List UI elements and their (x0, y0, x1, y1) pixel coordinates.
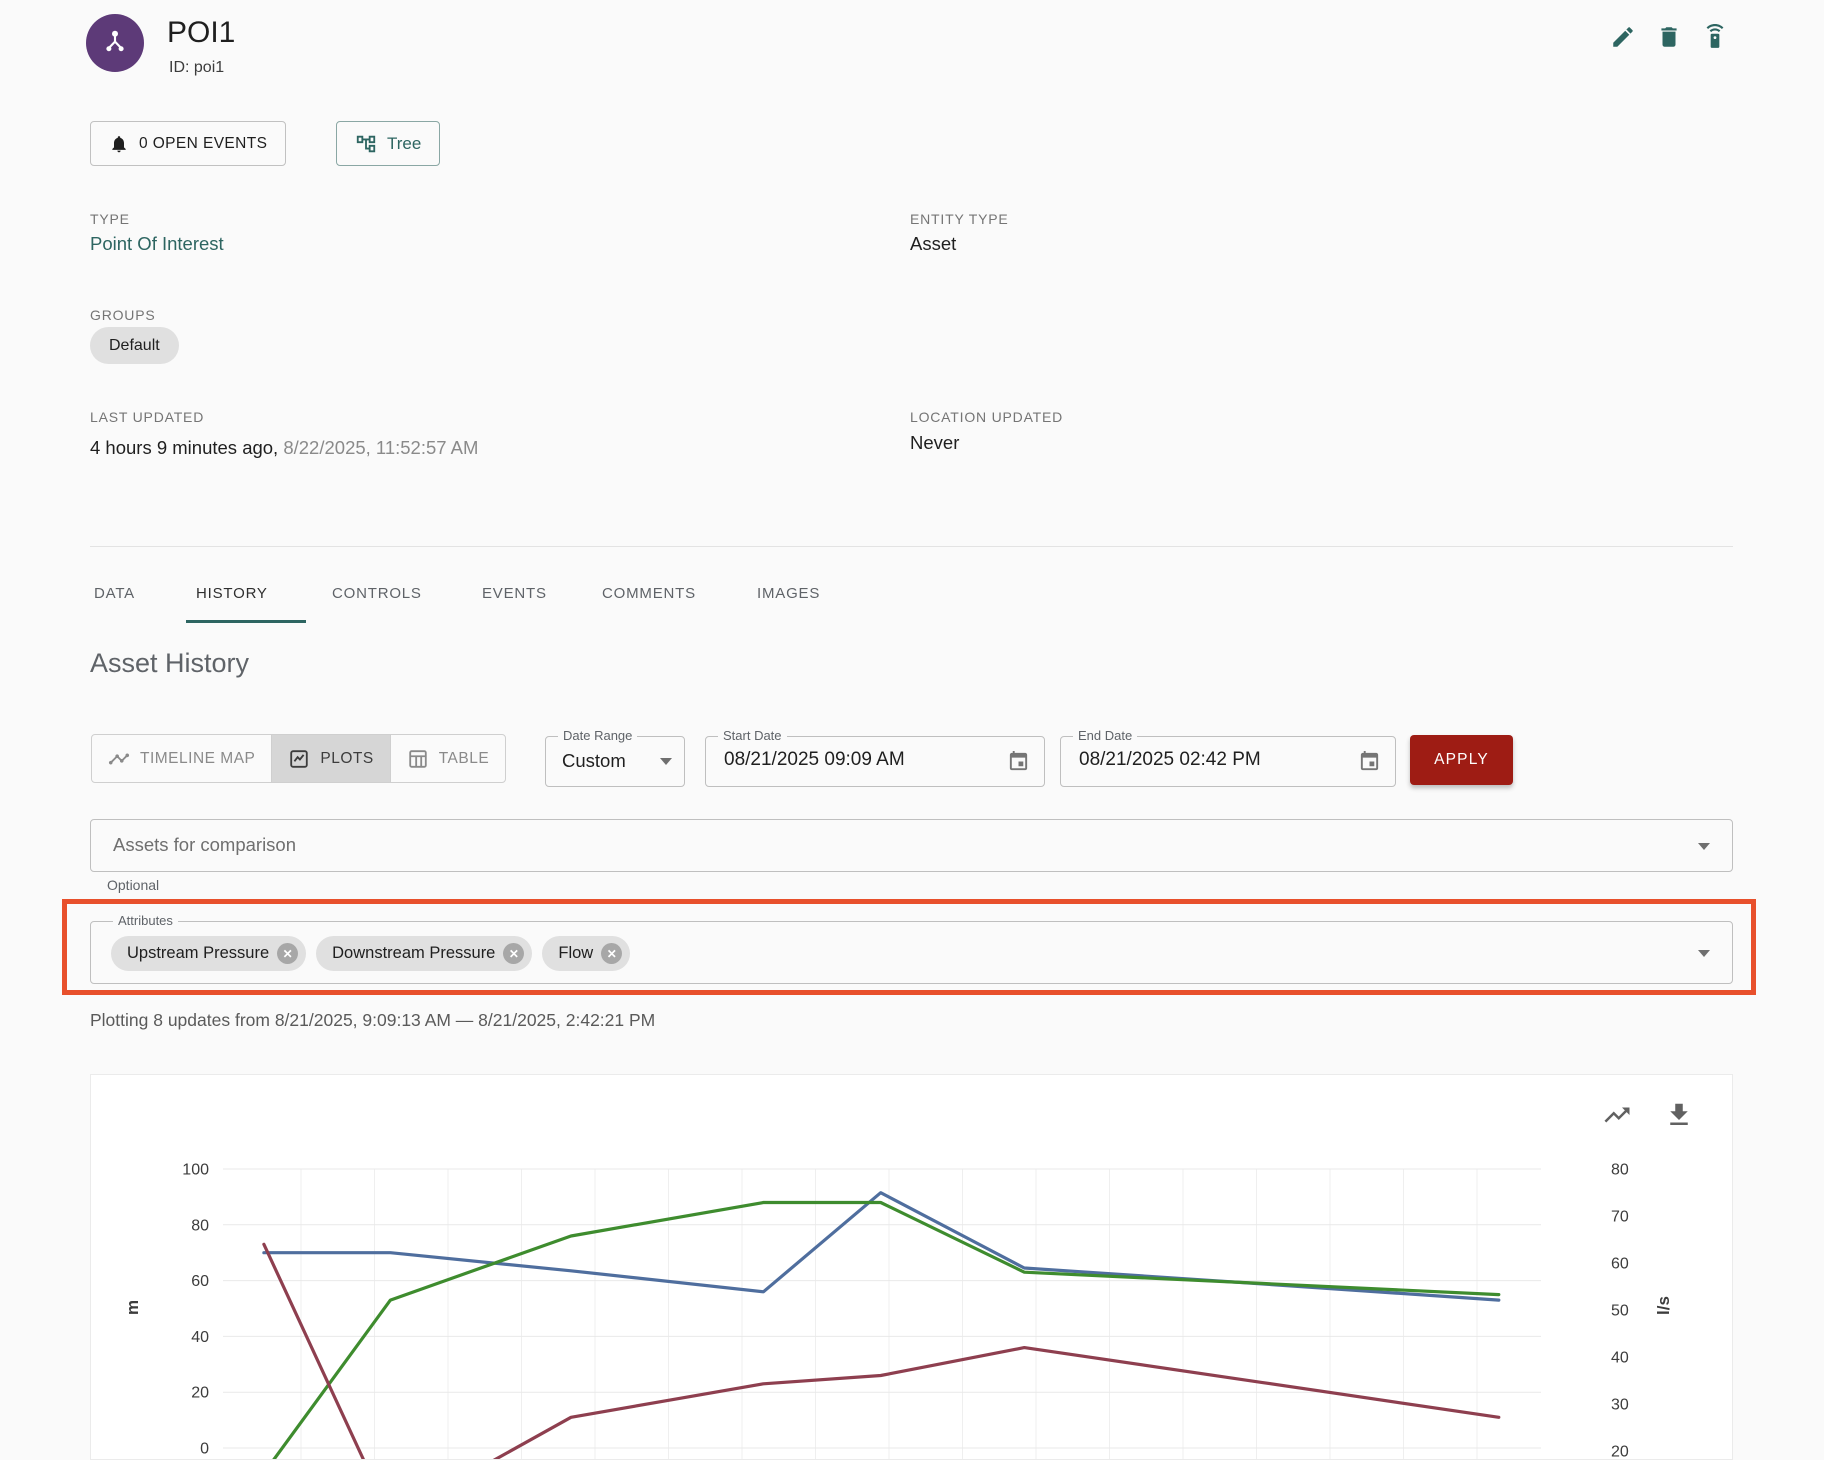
remove-chip-icon[interactable]: ✕ (277, 943, 298, 964)
group-chip[interactable]: Default (90, 327, 179, 364)
svg-text:50: 50 (1611, 1303, 1629, 1320)
assets-helper-text: Optional (107, 877, 159, 893)
location-updated-label: LOCATION UPDATED (910, 409, 1063, 425)
tab-comments[interactable]: COMMENTS (602, 566, 696, 622)
last-updated-relative: 4 hours 9 minutes ago, (90, 437, 278, 458)
assets-comparison-select[interactable]: Assets for comparison (90, 819, 1733, 872)
download-icon[interactable] (1664, 1100, 1694, 1130)
trash-icon[interactable] (1656, 24, 1682, 50)
section-divider (90, 546, 1733, 547)
asset-detail-page: POI1 ID: poi1 0 OPEN EVENTS Tree TYPE Po… (0, 0, 1824, 1460)
attribute-chip-label: Downstream Pressure (332, 944, 495, 963)
location-updated-value: Never (910, 432, 959, 454)
tree-button[interactable]: Tree (336, 121, 440, 166)
svg-text:l/s: l/s (1654, 1296, 1673, 1315)
plotting-summary: Plotting 8 updates from 8/21/2025, 9:09:… (90, 1010, 655, 1031)
header-actions (1610, 24, 1728, 50)
last-updated-absolute: 8/22/2025, 11:52:57 AM (278, 437, 478, 458)
svg-text:20: 20 (191, 1385, 209, 1402)
apply-button[interactable]: APPLY (1410, 735, 1513, 785)
attributes-chips: Upstream Pressure✕ Downstream Pressure✕ … (111, 936, 630, 971)
svg-text:0: 0 (200, 1441, 209, 1458)
chart-toolbar (1602, 1100, 1694, 1130)
svg-text:100: 100 (182, 1162, 209, 1179)
type-label: TYPE (90, 211, 130, 227)
trending-up-icon[interactable] (1602, 1100, 1632, 1130)
toggle-plots[interactable]: PLOTS (271, 735, 389, 782)
start-date-value: 08/21/2025 09:09 AM (724, 749, 905, 771)
tab-controls[interactable]: CONTROLS (332, 566, 422, 622)
toggle-timeline-map-label: TIMELINE MAP (140, 750, 255, 768)
view-toggle-group: TIMELINE MAP PLOTS TABLE (91, 734, 506, 783)
tab-history[interactable]: HISTORY (196, 566, 268, 622)
plots-icon (288, 748, 310, 770)
entity-type-label: ENTITY TYPE (910, 211, 1009, 227)
svg-text:40: 40 (191, 1329, 209, 1346)
chevron-down-icon (1698, 843, 1710, 850)
start-date-field[interactable]: Start Date 08/21/2025 09:09 AM (705, 736, 1045, 787)
start-date-label: Start Date (718, 728, 787, 743)
tab-data[interactable]: DATA (94, 566, 135, 622)
tab-events[interactable]: EVENTS (482, 566, 547, 622)
page-title: POI1 (167, 16, 235, 50)
tab-images[interactable]: IMAGES (757, 566, 820, 622)
avatar (86, 14, 144, 72)
calendar-icon[interactable] (1007, 750, 1030, 773)
network-junction-icon (100, 28, 130, 58)
chevron-down-icon (660, 758, 672, 765)
asset-id: ID: poi1 (169, 59, 224, 77)
attribute-chip-label: Upstream Pressure (127, 944, 269, 963)
tree-button-label: Tree (387, 134, 421, 154)
svg-text:60: 60 (1611, 1256, 1629, 1273)
groups-label: GROUPS (90, 307, 155, 323)
svg-text:30: 30 (1611, 1397, 1629, 1414)
attribute-chip[interactable]: Upstream Pressure ✕ (111, 936, 306, 971)
end-date-value: 08/21/2025 02:42 PM (1079, 749, 1261, 771)
end-date-label: End Date (1073, 728, 1137, 743)
toggle-timeline-map[interactable]: TIMELINE MAP (92, 735, 271, 782)
assets-comparison-placeholder: Assets for comparison (113, 834, 296, 856)
svg-text:m: m (123, 1300, 142, 1315)
table-icon (407, 748, 429, 770)
history-chart: 0 20 40 60 80 100 80 70 60 50 40 30 20 m l/s (91, 1075, 1732, 1459)
history-chart-card: 0 20 40 60 80 100 80 70 60 50 40 30 20 m l/s (90, 1074, 1733, 1460)
toggle-table-label: TABLE (439, 750, 489, 768)
last-updated-value: 4 hours 9 minutes ago, 8/22/2025, 11:52:… (90, 437, 478, 459)
attribute-chip[interactable]: Downstream Pressure ✕ (316, 936, 532, 971)
open-events-label: 0 OPEN EVENTS (139, 135, 267, 153)
svg-text:40: 40 (1611, 1350, 1629, 1367)
remove-chip-icon[interactable]: ✕ (503, 943, 524, 964)
svg-text:60: 60 (191, 1273, 209, 1290)
sensor-remote-icon[interactable] (1702, 24, 1728, 50)
calendar-icon[interactable] (1358, 750, 1381, 773)
chevron-down-icon (1698, 950, 1710, 957)
svg-text:80: 80 (191, 1217, 209, 1234)
tree-icon (355, 133, 377, 155)
svg-text:80: 80 (1611, 1162, 1629, 1179)
last-updated-label: LAST UPDATED (90, 409, 204, 425)
active-tab-indicator (186, 620, 306, 623)
attribute-chip-label: Flow (558, 944, 593, 963)
bell-icon (109, 134, 129, 154)
toggle-plots-label: PLOTS (320, 750, 373, 768)
date-range-value: Custom (562, 750, 626, 772)
remove-chip-icon[interactable]: ✕ (601, 943, 622, 964)
toggle-table[interactable]: TABLE (390, 735, 505, 782)
attributes-field[interactable]: Attributes Upstream Pressure✕ Downstream… (90, 921, 1733, 984)
timeline-icon (108, 748, 130, 770)
section-heading: Asset History (90, 648, 249, 679)
date-range-label: Date Range (558, 728, 637, 743)
open-events-button[interactable]: 0 OPEN EVENTS (90, 121, 286, 166)
svg-text:70: 70 (1611, 1209, 1629, 1226)
attributes-label: Attributes (113, 913, 178, 928)
date-range-select[interactable]: Date Range Custom (545, 736, 685, 787)
end-date-field[interactable]: End Date 08/21/2025 02:42 PM (1060, 736, 1396, 787)
attribute-chip[interactable]: Flow ✕ (542, 936, 630, 971)
entity-type-value: Asset (910, 233, 956, 255)
edit-pencil-icon[interactable] (1610, 24, 1636, 50)
type-value-link[interactable]: Point Of Interest (90, 233, 224, 255)
svg-text:20: 20 (1611, 1444, 1629, 1460)
